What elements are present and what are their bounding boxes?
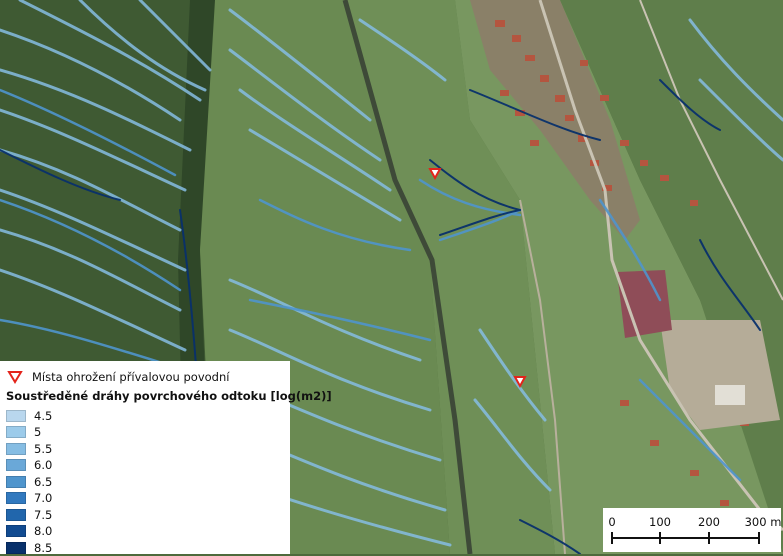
legend-class-label: 8.5 xyxy=(34,540,53,555)
legend-class-item: 8.0 xyxy=(6,523,284,539)
legend-class-item: 7.5 xyxy=(6,507,284,523)
legend-flow-title: Soustředěné dráhy povrchového odtoku [lo… xyxy=(6,389,332,403)
legend-class-label: 4.5 xyxy=(34,409,53,423)
scale-tick xyxy=(708,532,710,544)
legend-class-item: 6.0 xyxy=(6,457,284,473)
legend-class-label: 7.0 xyxy=(34,491,53,506)
legend-swatch xyxy=(6,426,26,439)
legend-swatch xyxy=(6,442,26,455)
legend-swatch xyxy=(6,508,26,521)
scale-line xyxy=(611,537,760,539)
legend-class-label: 6.5 xyxy=(34,474,53,489)
legend-swatch xyxy=(6,541,26,554)
legend-class-label: 5 xyxy=(34,425,42,440)
legend-class-list: 4.5 5 5.5 6.0 6.5 7.0 7.5 8.0 8.5 xyxy=(6,408,284,556)
scale-label-0: 0 xyxy=(608,515,616,529)
legend-class-label: 8.0 xyxy=(34,524,53,539)
scale-label-200: 200 xyxy=(698,515,720,529)
legend-swatch xyxy=(6,475,26,488)
scale-label-300: 300 m xyxy=(744,515,782,529)
legend-class-item: 5 xyxy=(6,424,284,440)
scale-label-100: 100 xyxy=(649,515,671,529)
legend-class-label: 7.5 xyxy=(34,507,53,522)
legend-class-item: 7.0 xyxy=(6,490,284,506)
scale-tick xyxy=(611,532,613,544)
legend-class-label: 5.5 xyxy=(34,441,53,456)
legend-class-item: 5.5 xyxy=(6,441,284,457)
legend-hazard-row: Místa ohrožení přívalovou povodní xyxy=(6,369,284,385)
legend-swatch xyxy=(6,410,26,422)
legend-hazard-label: Místa ohrožení přívalovou povodní xyxy=(32,370,230,384)
scale-bar: 0 100 200 300 m xyxy=(603,508,781,552)
legend-class-item: 4.5 xyxy=(6,408,284,424)
industrial-building xyxy=(715,385,745,405)
scale-tick xyxy=(758,532,760,544)
legend-class-item: 8.5 xyxy=(6,540,284,556)
legend-swatch xyxy=(6,459,26,472)
hazard-triangle-icon xyxy=(7,371,23,384)
legend-class-label: 6.0 xyxy=(34,458,53,473)
legend-swatch xyxy=(6,492,26,505)
scale-tick xyxy=(659,532,661,544)
reddish-plot xyxy=(617,270,672,338)
legend-swatch xyxy=(6,525,26,538)
map-legend: Místa ohrožení přívalovou povodní Soustř… xyxy=(0,361,332,556)
legend-class-item: 6.5 xyxy=(6,474,284,490)
